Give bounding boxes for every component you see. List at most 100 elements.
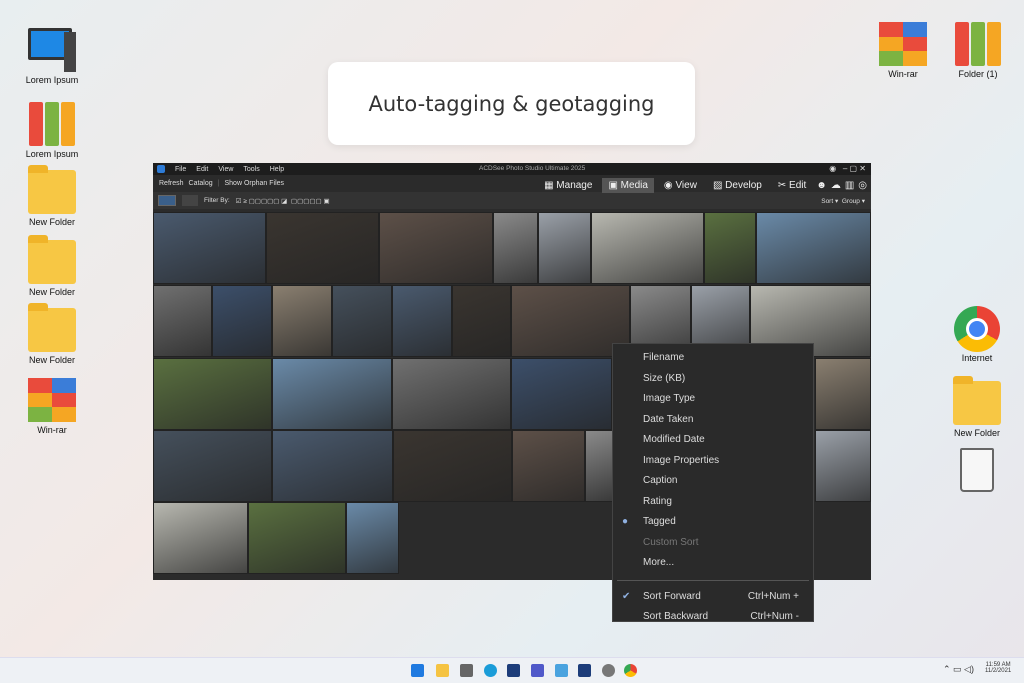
camera-icon[interactable] [460,664,473,677]
window-title: ACDSee Photo Studio Ultimate 2025 [479,165,586,172]
tab-media[interactable]: ▣ Media [602,177,654,193]
group-button[interactable]: Group [842,198,860,205]
desktop-icon-winrar-right[interactable]: Win-rar [868,22,938,79]
eye-icon[interactable]: ◎ [858,180,867,191]
menu-tools[interactable]: Tools [243,166,259,173]
folder-icon [953,376,1001,425]
acdsee-icon[interactable] [578,664,591,677]
photo-thumbnail[interactable] [379,212,493,284]
photo-thumbnail[interactable] [153,285,212,357]
photo-thumbnail[interactable] [153,502,248,574]
store-icon[interactable] [507,664,520,677]
menu-file[interactable]: File [175,166,186,173]
window-controls[interactable]: ◉ – ▢ ✕ [829,164,866,173]
photo-thumbnail[interactable] [272,430,393,502]
photo-thumbnail[interactable] [153,358,272,430]
photo-thumbnail[interactable] [153,430,272,502]
tab-view[interactable]: ◉ View [658,178,703,193]
desktop-icon-internet[interactable]: Internet [942,306,1012,363]
start-icon[interactable] [411,664,424,677]
winrar-icon [879,22,927,66]
file-explorer-icon[interactable] [436,664,449,677]
desktop-icon-new-folder-right[interactable]: New Folder [942,376,1012,438]
desktop-icon-5[interactable]: Win-rar [17,378,87,435]
menu-help[interactable]: Help [270,166,284,173]
photo-thumbnail[interactable] [756,212,871,284]
desktop-icon-3[interactable]: New Folder [17,235,87,297]
sort-button[interactable]: Sort [821,198,833,205]
menu-item-filename[interactable]: Filename [613,348,813,369]
recycle-bin-icon[interactable] [942,448,1012,495]
catalog-button[interactable]: Catalog [189,180,213,187]
menu-item-more[interactable]: More... [613,553,813,574]
teams-icon[interactable] [531,664,544,677]
cloud-icon[interactable]: ☁ [831,180,841,191]
photo-thumbnail[interactable] [266,212,379,284]
photo-thumbnail[interactable] [248,502,346,574]
app-logo-icon [157,165,165,173]
photo-thumbnail[interactable] [538,212,591,284]
folder-icon [28,303,76,352]
menu-item-caption[interactable]: Caption [613,471,813,492]
photo-thumbnail[interactable] [704,212,756,284]
photo-thumbnail[interactable] [815,358,871,430]
edge-icon[interactable] [484,664,497,677]
photo-thumbnail[interactable] [212,285,272,357]
grid-view-button[interactable] [158,195,176,206]
menu-item-custom-sort: Custom Sort [643,536,699,548]
dashboard-icon[interactable]: ▥ [845,180,854,191]
desktop-icon-folder-1[interactable]: Folder (1) [943,22,1013,79]
tab-manage[interactable]: ▦ Manage [538,178,598,193]
photo-thumbnail[interactable] [346,502,399,574]
menu-item-sort-backward[interactable]: Sort Backward Ctrl+Num - [613,607,813,628]
winrar-icon [28,378,76,422]
photo-thumbnail[interactable] [511,358,612,430]
photo-thumbnail[interactable] [272,285,332,357]
menu-item-tagged[interactable]: ● Tagged [613,512,813,533]
photo-thumbnail[interactable] [512,430,585,502]
photo-thumbnail[interactable] [332,285,392,357]
refresh-button[interactable]: Refresh [159,180,184,187]
photo-thumbnail[interactable] [493,212,538,284]
menu-edit[interactable]: Edit [196,166,208,173]
menu-item-image-type[interactable]: Image Type [613,389,813,410]
photo-thumbnail[interactable] [392,285,452,357]
check-icon: ✔ [622,590,631,602]
photo-thumbnail[interactable] [452,285,511,357]
menu-item-date-taken[interactable]: Date Taken [613,410,813,431]
show-orphan-files-button[interactable]: Show Orphan Files [224,180,284,187]
photo-thumbnail[interactable] [392,358,511,430]
selected-dot-icon: ● [622,516,629,527]
desktop-icon-4[interactable]: New Folder [17,303,87,365]
desktop-icon-1[interactable]: Lorem Ipsum [17,102,87,159]
mode-tabs: ▦ Manage ▣ Media ◉ View ▨ Develop ✂ Edit… [538,175,871,195]
menu-item-modified-date[interactable]: Modified Date [613,430,813,451]
filter-by-label: Filter By: [204,197,230,204]
menu-item-size-kb[interactable]: Size (KB) [613,369,813,390]
photo-thumbnail[interactable] [815,430,871,502]
chrome-icon [953,306,1001,352]
tab-edit[interactable]: ✂ Edit [772,178,812,193]
desktop-icon-2[interactable]: New Folder [17,165,87,227]
paint-icon[interactable] [555,664,568,677]
single-view-button[interactable] [182,195,198,206]
chrome-taskbar-icon[interactable] [624,664,637,677]
photo-thumbnail[interactable] [585,430,613,502]
settings-icon[interactable] [602,664,615,677]
menu-view[interactable]: View [218,166,233,173]
menu-item-sort-forward[interactable]: ✔ Sort Forward Ctrl+Num + [613,587,813,608]
photo-thumbnail[interactable] [591,212,704,284]
photo-thumbnail[interactable] [393,430,512,502]
tab-develop[interactable]: ▨ Develop [707,178,768,193]
taskbar: ⌃ ▭ ◁) 11:59 AM 11/2/2021 [0,657,1024,683]
folder-icon [28,165,76,214]
desktop-icon-0[interactable]: Lorem Ipsum [17,28,87,85]
tray-icons[interactable]: ⌃ ▭ ◁) [943,664,974,675]
banner-title: Auto-tagging & geotagging [328,62,695,145]
tagged-filter-checkbox[interactable]: ☑ ≥ ▢▢▢▢▢ ◪ ▢▢▢▢▢ ▣ [236,197,330,205]
menu-item-image-properties[interactable]: Image Properties [613,451,813,472]
people-icon[interactable]: ☻ [816,180,827,191]
photo-thumbnail[interactable] [153,212,266,284]
photo-thumbnail[interactable] [272,358,392,430]
menu-item-rating[interactable]: Rating [613,492,813,513]
